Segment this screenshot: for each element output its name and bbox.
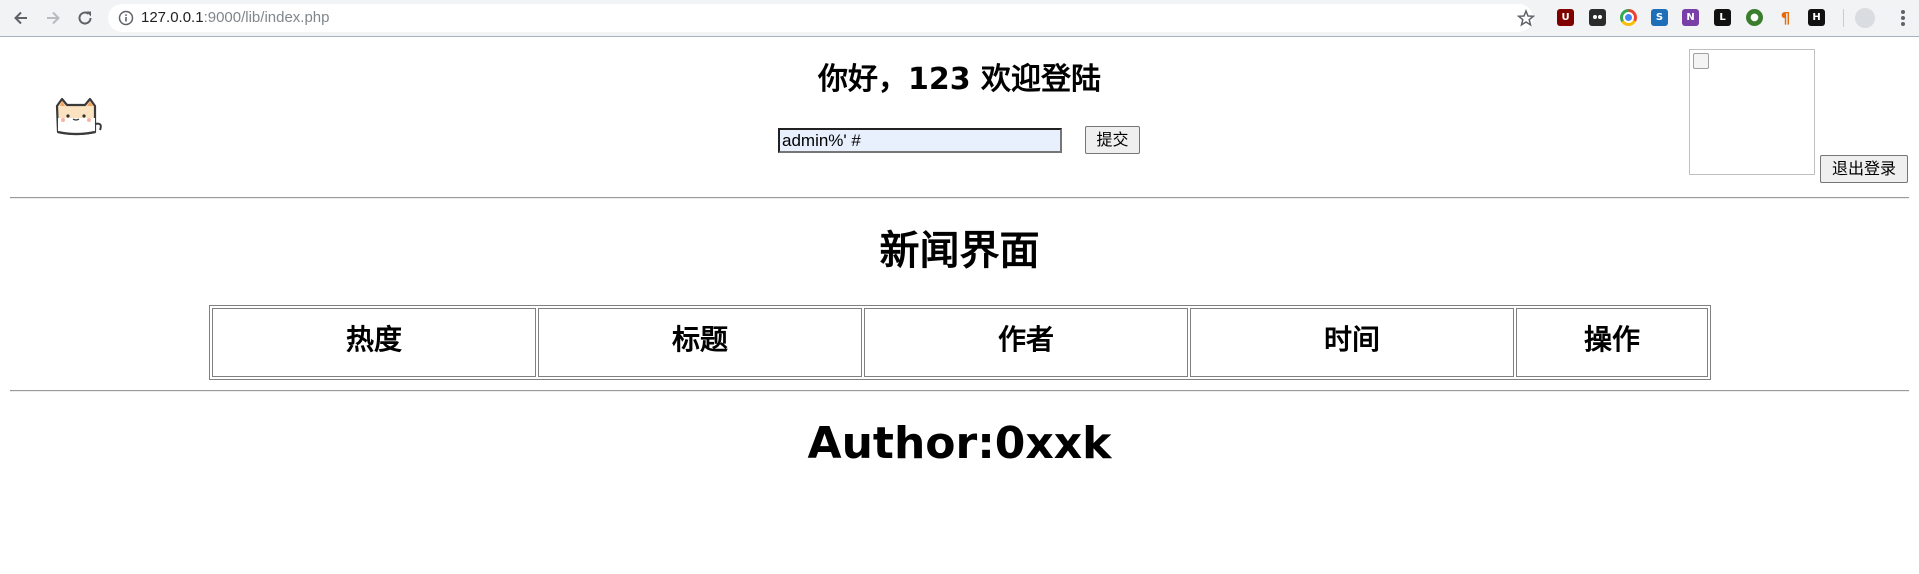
l-extension-icon[interactable]: L	[1714, 9, 1731, 26]
browser-toolbar: 127.0.0.1:9000/lib/index.php U S N L ● ¶…	[0, 0, 1919, 37]
forward-button[interactable]	[41, 6, 65, 30]
reload-button[interactable]	[73, 6, 97, 30]
url-path: :9000/lib/index.php	[203, 9, 330, 26]
column-header-author: 作者	[864, 308, 1188, 377]
divider-bottom	[10, 390, 1909, 392]
ghost-extension-icon[interactable]	[1589, 9, 1606, 26]
paragraph-extension-icon[interactable]: ¶	[1777, 9, 1794, 27]
address-url[interactable]: 127.0.0.1:9000/lib/index.php	[141, 9, 330, 27]
broken-image-icon	[1693, 53, 1709, 69]
back-arrow-icon	[14, 11, 27, 25]
browser-menu-icon[interactable]	[1893, 8, 1913, 28]
info-icon[interactable]	[118, 10, 134, 26]
column-header-heat: 热度	[212, 308, 536, 377]
cat-logo-icon	[55, 97, 102, 136]
chrome-extension-icon[interactable]	[1620, 9, 1637, 26]
search-input[interactable]	[778, 128, 1062, 153]
forward-arrow-icon	[47, 11, 60, 25]
avatar-image	[1689, 49, 1815, 175]
reload-icon	[78, 11, 92, 25]
bookmark-button[interactable]	[1514, 6, 1538, 30]
welcome-greeting: 你好，123 欢迎登陆	[817, 62, 1102, 97]
news-table: 热度 标题 作者 时间 操作	[209, 305, 1711, 380]
onenote-extension-icon[interactable]: N	[1682, 9, 1699, 26]
column-header-actions: 操作	[1516, 308, 1708, 377]
author-footer: Author:0xxk	[807, 418, 1112, 469]
bookmark-star-icon	[1517, 9, 1535, 27]
column-header-title: 标题	[538, 308, 862, 377]
logout-button[interactable]: 退出登录	[1820, 155, 1908, 183]
globe-extension-icon[interactable]: ●	[1746, 9, 1763, 26]
column-header-time: 时间	[1190, 308, 1514, 377]
news-page-title: 新闻界面	[879, 228, 1040, 274]
divider-top	[10, 197, 1909, 199]
url-host: 127.0.0.1	[141, 9, 204, 26]
toolbar-separator	[1843, 9, 1844, 27]
submit-button[interactable]: 提交	[1085, 126, 1140, 154]
h-extension-icon[interactable]: H	[1808, 9, 1825, 26]
s-extension-icon[interactable]: S	[1651, 9, 1668, 26]
back-button[interactable]	[9, 6, 33, 30]
profile-avatar-icon[interactable]	[1855, 8, 1875, 28]
ublock-extension-icon[interactable]: U	[1557, 9, 1574, 26]
